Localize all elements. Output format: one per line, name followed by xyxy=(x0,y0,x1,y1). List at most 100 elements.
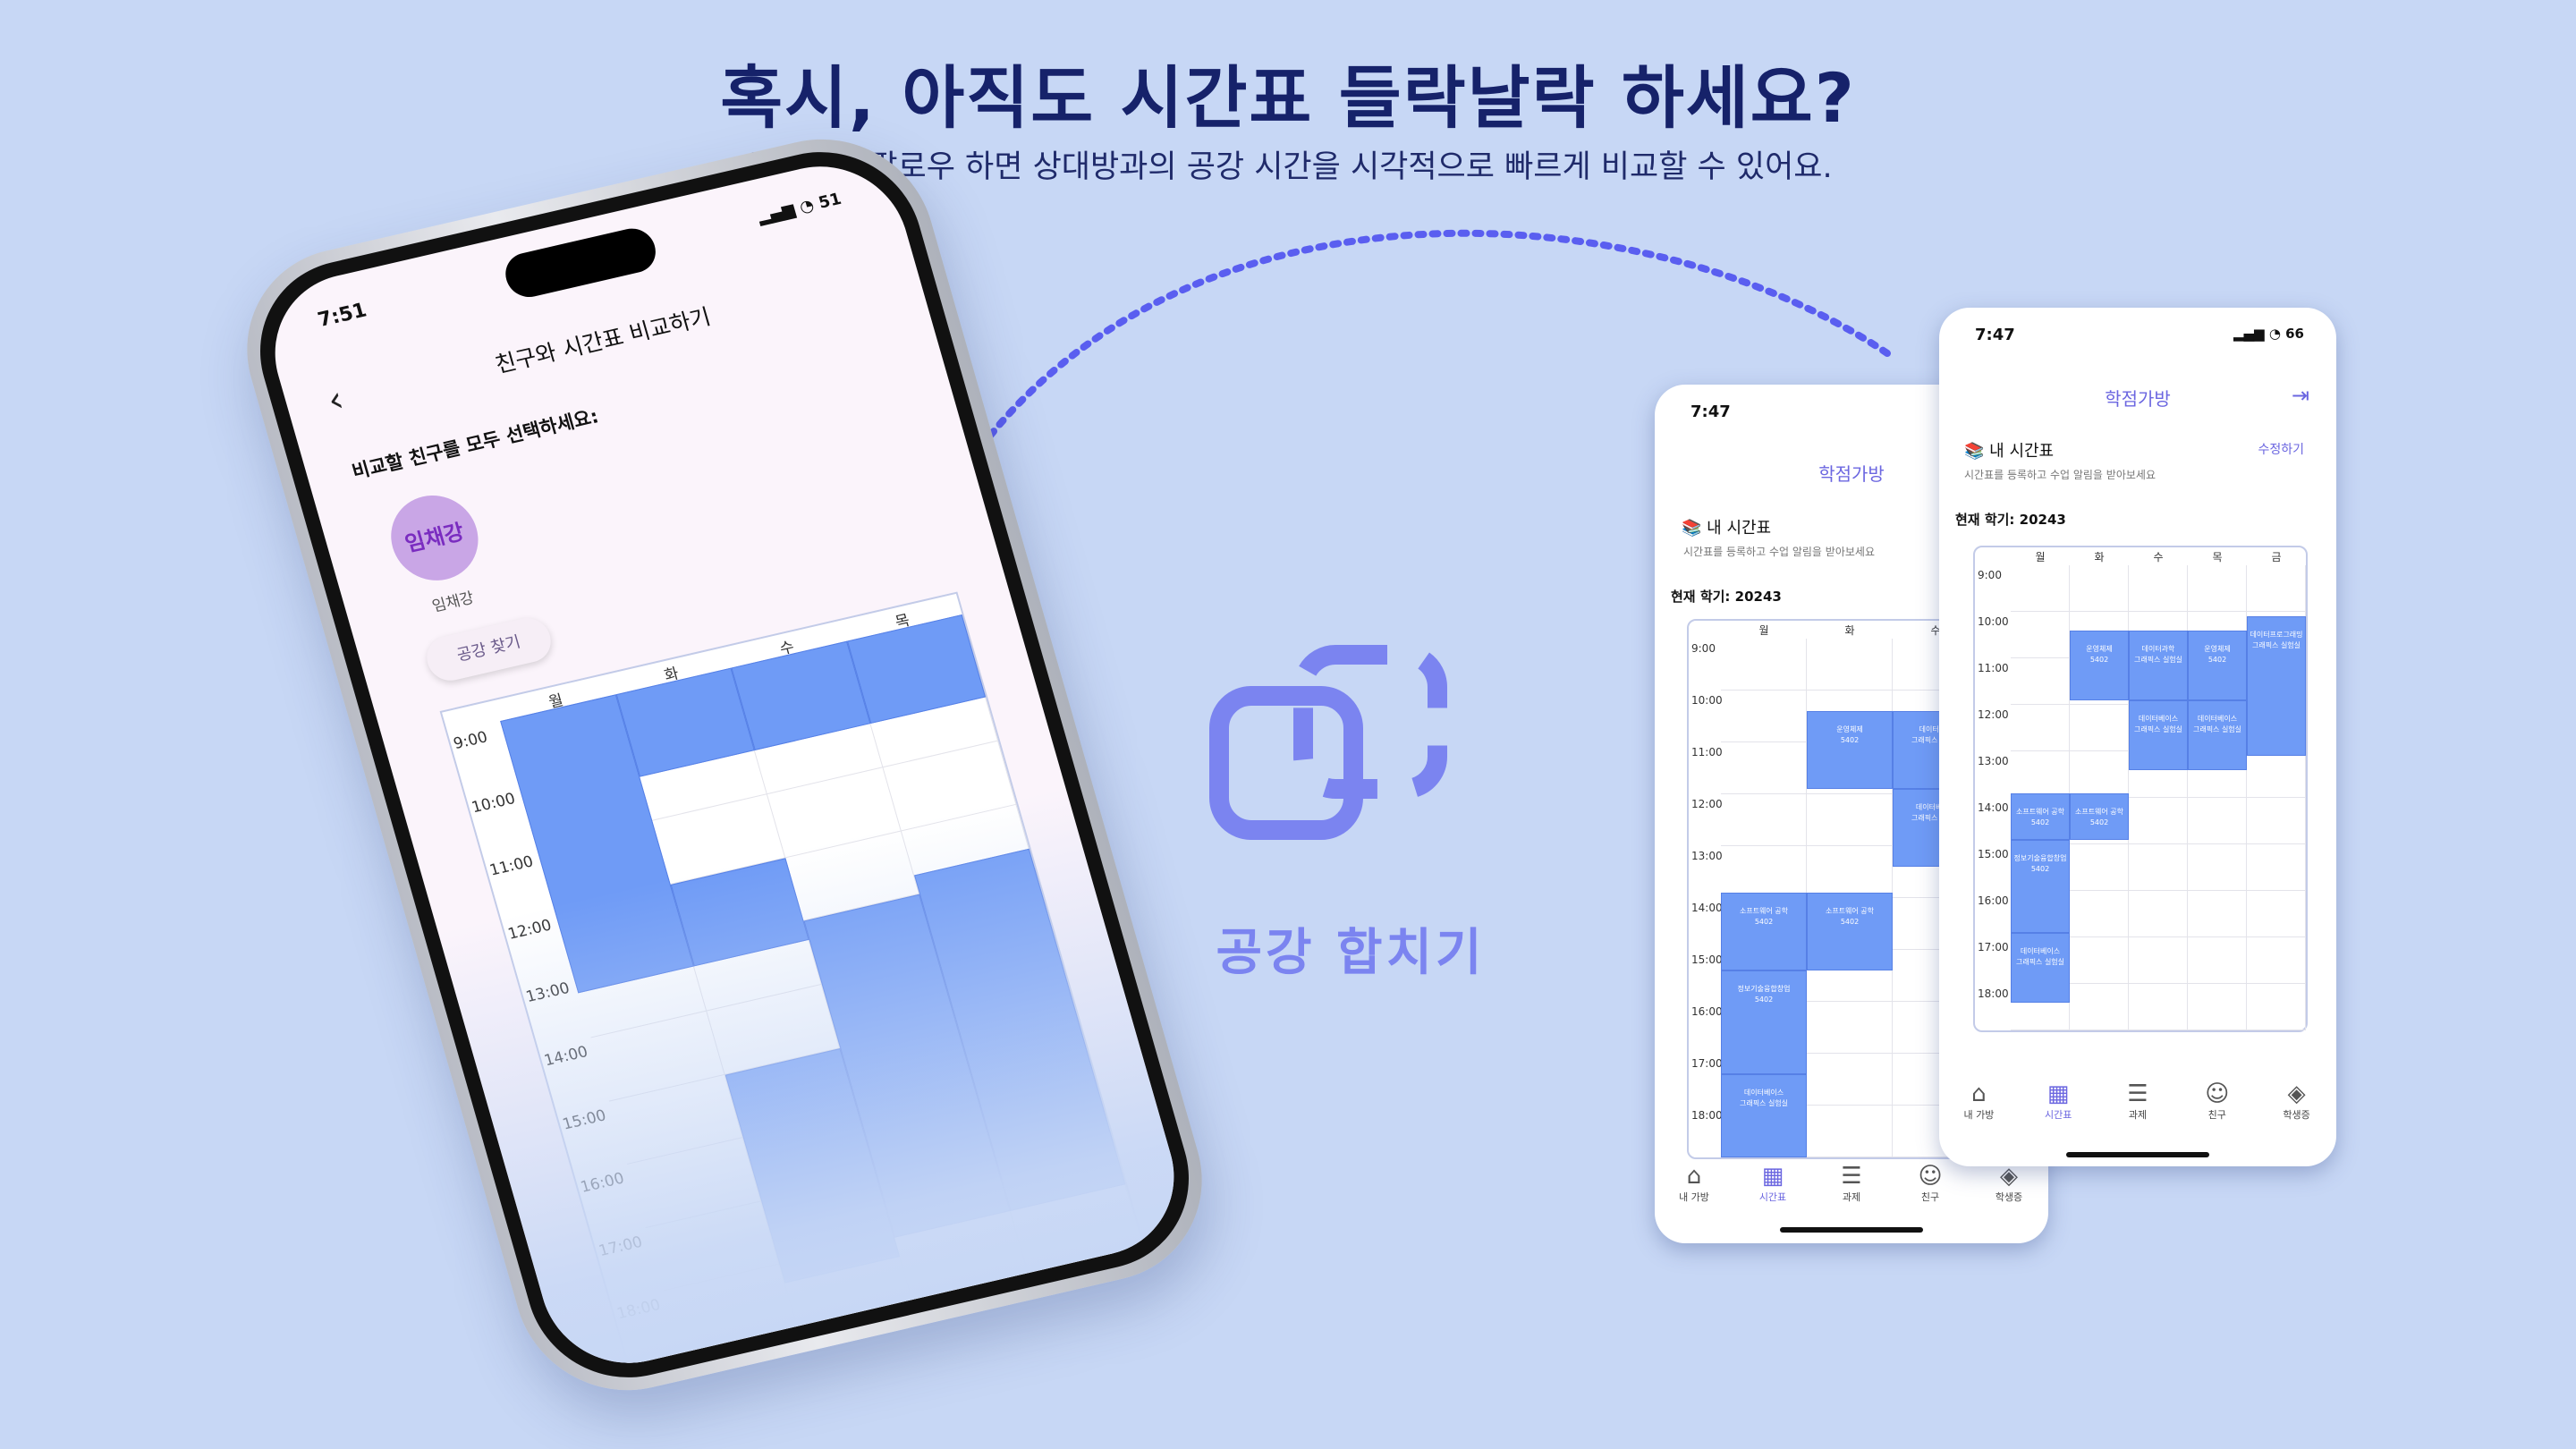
nav-item[interactable]: ☺ 친구 xyxy=(2186,1080,2249,1122)
class-block[interactable]: 데이터베이스 그래픽스 실험실 xyxy=(1721,1074,1807,1157)
status-time: 7:51 xyxy=(315,299,369,332)
nav-item[interactable]: ☺ 친구 xyxy=(1899,1163,1962,1204)
merge-frames-icon xyxy=(1209,645,1447,840)
grid-cell xyxy=(2070,705,2129,751)
grid-cell xyxy=(2188,844,2247,891)
time-label: 13:00 xyxy=(1691,850,1723,862)
grid-cell xyxy=(2188,937,2247,984)
friend-name: 임채강 xyxy=(429,589,477,616)
app-title: 학점가방 xyxy=(2105,388,2171,410)
grid-cell xyxy=(2129,844,2188,891)
class-block[interactable]: 데이터베이스 그래픽스 실험실 xyxy=(2129,699,2188,770)
nav-item[interactable]: ◈ 학생증 xyxy=(1978,1163,2040,1204)
semester-label: 현재 학기: 20243 xyxy=(1671,589,1782,605)
class-block[interactable]: 운영체제 5402 xyxy=(2070,630,2129,700)
time-label: 14:00 xyxy=(1978,801,2009,814)
nav-label: 과제 xyxy=(1842,1191,1861,1203)
student-id-icon: ◈ xyxy=(2287,1080,2306,1107)
grid-cell xyxy=(1721,691,1807,742)
my-timetable-heading: 📚 내 시간표 xyxy=(1682,515,1771,538)
class-block[interactable]: 데이터베이스 그래픽스 실험실 xyxy=(2188,699,2247,770)
grid-cell xyxy=(1807,794,1893,846)
nav-label: 학생증 xyxy=(2283,1109,2310,1121)
friend-icon: ☺ xyxy=(1918,1163,1943,1190)
class-block[interactable]: 소프트웨어 공학 5402 xyxy=(1721,893,1807,971)
section-subtitle: 시간표를 등록하고 수업 알림을 받아보세요 xyxy=(1964,469,2156,481)
class-block[interactable]: 데이터프로그래밍 그래픽스 실험실 xyxy=(2247,616,2306,757)
class-block[interactable]: 운영체제 5402 xyxy=(2188,630,2247,700)
grid-cell xyxy=(2129,565,2188,612)
nav-item[interactable]: ▦ 시간표 xyxy=(2027,1080,2089,1122)
my-timetable-heading: 📚 내 시간표 xyxy=(1964,438,2054,462)
nav-label: 내 가방 xyxy=(1679,1191,1709,1203)
grid-cell xyxy=(1721,742,1807,794)
find-free-time-button[interactable]: 공강 찾기 xyxy=(421,614,556,685)
friend-avatar[interactable]: 임채강 xyxy=(380,487,488,589)
backpack-icon: ⌂ xyxy=(1971,1080,1987,1107)
logout-icon[interactable]: ⇥ xyxy=(2292,383,2309,408)
nav-item[interactable]: ▦ 시간표 xyxy=(1741,1163,1804,1204)
grid-cell xyxy=(2188,565,2247,612)
grid-cell xyxy=(2070,984,2129,1030)
grid-cell xyxy=(1807,1002,1893,1054)
class-block[interactable]: 소프트웨어 공학 5402 xyxy=(2070,792,2129,840)
grid-cell xyxy=(2247,798,2306,844)
grid-cell xyxy=(2070,565,2129,612)
class-block[interactable]: 소프트웨어 공학 5402 xyxy=(1807,893,1893,971)
nav-item[interactable]: ◈ 학생증 xyxy=(2266,1080,2328,1122)
day-header: 화 xyxy=(1844,624,1855,637)
battery-level: 51 xyxy=(816,189,844,213)
nav-label: 시간표 xyxy=(1758,1191,1787,1203)
dynamic-island xyxy=(500,224,661,302)
day-header: 월 xyxy=(1758,624,1769,637)
grid-cell xyxy=(1721,639,1807,691)
grid-cell xyxy=(1721,846,1807,898)
class-block[interactable]: 정보기술융합창업 5402 xyxy=(2011,839,2070,933)
grid-cell xyxy=(2129,891,2188,937)
class-block[interactable]: 데이터과학 그래픽스 실험실 xyxy=(2129,630,2188,700)
time-label: 15:00 xyxy=(1978,848,2009,860)
time-label: 15:00 xyxy=(1691,953,1723,966)
time-label: 18:00 xyxy=(1978,987,2009,1000)
nav-item[interactable]: ☰ 과제 xyxy=(2106,1080,2169,1122)
grid-cell xyxy=(1721,794,1807,846)
section-label: 내 시간표 xyxy=(1707,519,1772,538)
grid-cell xyxy=(2129,937,2188,984)
bottom-nav: ⌂ 내 가방 ▦ 시간표 ☰ 과제 ☺ 친구 ◈ 학생증 xyxy=(1655,1156,2048,1227)
time-label: 17:00 xyxy=(597,1233,645,1260)
time-label: 15:00 xyxy=(560,1106,608,1134)
time-label: 10:00 xyxy=(1691,694,1723,707)
edit-link[interactable]: 수정하기 xyxy=(2258,440,2304,458)
semester-label: 현재 학기: 20243 xyxy=(1955,512,2066,528)
grid-cell xyxy=(2070,937,2129,984)
time-label: 12:00 xyxy=(1691,798,1723,810)
status-time: 7:47 xyxy=(1975,326,2015,344)
grid-cell xyxy=(1807,1106,1893,1157)
class-block[interactable]: 데이터베이스 그래픽스 실험실 xyxy=(2011,932,2070,1003)
grid-cell xyxy=(2188,984,2247,1030)
books-icon: 📚 xyxy=(1682,519,1702,538)
checklist-icon: ☰ xyxy=(1841,1163,1862,1190)
timetable-grid-icon: ▦ xyxy=(1761,1163,1784,1190)
time-label: 12:00 xyxy=(1978,708,2009,721)
class-block[interactable]: 소프트웨어 공학 5402 xyxy=(2011,792,2070,840)
grid-cell xyxy=(2247,844,2306,891)
grid-cell xyxy=(2011,658,2070,705)
grid-cell xyxy=(1807,639,1893,691)
class-block[interactable]: 정보기술융합창업 5402 xyxy=(1721,970,1807,1075)
status-time: 7:47 xyxy=(1690,402,1731,421)
nav-item[interactable]: ⌂ 내 가방 xyxy=(1663,1163,1725,1204)
nav-label: 시간표 xyxy=(2045,1109,2072,1121)
time-label: 11:00 xyxy=(1978,662,2009,674)
checklist-icon: ☰ xyxy=(2127,1080,2148,1107)
time-label: 13:00 xyxy=(523,979,572,1007)
grid-cell xyxy=(2247,937,2306,984)
battery-level: 66 xyxy=(2285,326,2304,342)
time-label: 17:00 xyxy=(1978,941,2009,953)
class-block[interactable]: 운영체제 5402 xyxy=(1807,711,1893,790)
nav-item[interactable]: ⌂ 내 가방 xyxy=(1947,1080,2010,1122)
time-label: 9:00 xyxy=(451,728,490,754)
nav-item[interactable]: ☰ 과제 xyxy=(1820,1163,1883,1204)
day-header: 금 xyxy=(2271,551,2282,564)
grid-cell xyxy=(2070,891,2129,937)
